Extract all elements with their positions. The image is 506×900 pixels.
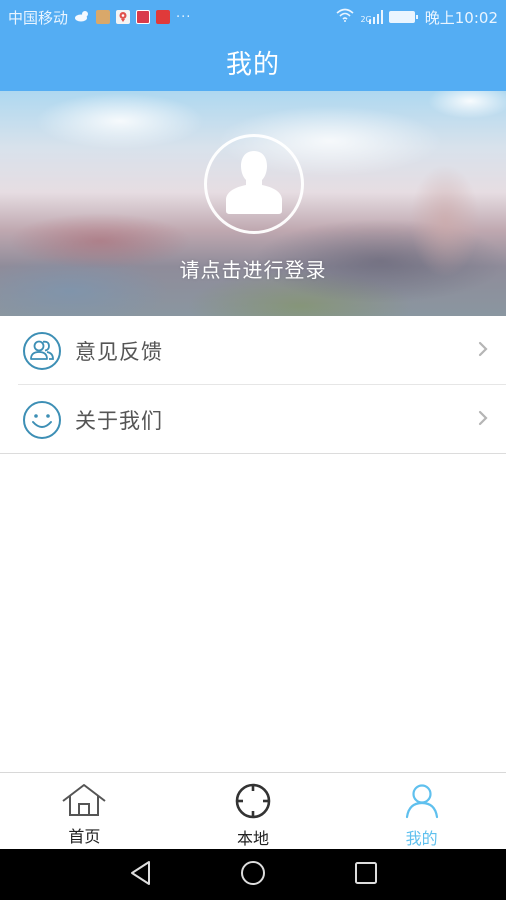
map-pin-app-icon xyxy=(116,10,131,24)
smiley-icon xyxy=(22,400,62,440)
login-prompt[interactable]: 请点击进行登录 xyxy=(0,254,506,283)
users-feedback-icon xyxy=(22,331,62,371)
more-notifications-indicator: ··· xyxy=(176,9,192,25)
home-circle-icon xyxy=(240,860,266,890)
person-icon xyxy=(404,783,440,823)
screen: 中国移动 ··· 2G 晚上10:02 我的 请点击进行登录 意见反馈 关于我们… xyxy=(0,0,506,900)
menu-item-feedback[interactable]: 意见反馈 xyxy=(0,316,506,385)
status-left: 中国移动 ··· xyxy=(8,7,191,28)
menu-item-about[interactable]: 关于我们 xyxy=(0,385,506,454)
battery-icon xyxy=(388,11,418,23)
system-nav-bar xyxy=(0,849,506,900)
recents-square-icon xyxy=(354,861,378,889)
divider xyxy=(0,453,506,454)
signal-icon: 2G xyxy=(360,10,383,24)
back-button[interactable] xyxy=(127,861,155,889)
clock: 晚上10:02 xyxy=(424,8,498,27)
app-icon-orange xyxy=(96,10,111,24)
tab-label: 首页 xyxy=(68,827,101,846)
home-icon xyxy=(61,783,107,821)
status-bar: 中国移动 ··· 2G 晚上10:02 xyxy=(0,0,506,34)
tab-home[interactable]: 首页 xyxy=(0,773,169,849)
tab-label: 我的 xyxy=(405,829,438,848)
menu-item-label: 关于我们 xyxy=(75,408,163,433)
carrier-label: 中国移动 xyxy=(8,8,69,27)
page-title: 我的 xyxy=(225,50,280,80)
recents-button[interactable] xyxy=(352,861,380,889)
news-app-icon-2 xyxy=(156,10,171,24)
title-bar: 我的 xyxy=(0,34,506,91)
menu-list: 意见反馈 关于我们 xyxy=(0,316,506,454)
tab-local[interactable]: 本地 xyxy=(169,773,338,849)
wifi-icon xyxy=(336,8,354,26)
back-triangle-icon xyxy=(129,860,153,890)
chevron-right-icon xyxy=(478,341,488,361)
crosshair-icon xyxy=(233,783,273,823)
weather-icon xyxy=(74,8,90,26)
menu-item-label: 意见反馈 xyxy=(75,339,163,364)
tab-label: 本地 xyxy=(237,829,270,848)
chevron-right-icon xyxy=(478,410,488,430)
bottom-tab-bar: 首页 本地 我的 xyxy=(0,772,506,849)
user-silhouette-icon xyxy=(224,149,284,219)
status-right: 2G 晚上10:02 xyxy=(336,7,498,28)
home-nav-button[interactable] xyxy=(239,861,267,889)
news-app-icon-1 xyxy=(136,10,151,24)
tab-mine[interactable]: 我的 xyxy=(337,773,506,849)
avatar-button[interactable] xyxy=(204,134,304,234)
profile-banner: 请点击进行登录 xyxy=(0,91,506,316)
